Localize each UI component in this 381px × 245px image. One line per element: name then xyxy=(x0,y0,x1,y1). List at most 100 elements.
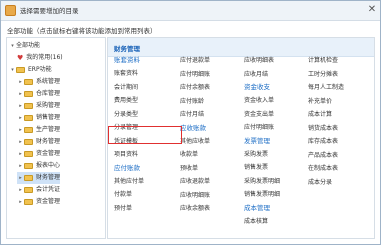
tree-item-label: 资金管理 xyxy=(36,198,61,205)
tree-item[interactable]: ▸ 财务管理 xyxy=(17,172,61,184)
function-item[interactable]: 应收明细账 xyxy=(180,189,210,203)
folder-icon xyxy=(24,175,33,181)
folder-icon xyxy=(24,139,33,145)
folder-icon xyxy=(24,187,33,193)
function-item[interactable]: 其他应收单 xyxy=(180,135,210,149)
tree-item-label: 我的常用(16) xyxy=(26,54,63,61)
function-item[interactable]: 应收余额表 xyxy=(180,202,210,216)
function-item[interactable]: 成本计算 xyxy=(308,108,344,122)
collapse-icon[interactable]: ▾ xyxy=(9,64,16,76)
highlight-box xyxy=(108,126,182,144)
category-label: 发票管理 xyxy=(244,136,270,145)
function-item[interactable]: 应收退款单 xyxy=(180,175,210,189)
expand-icon[interactable]: ▸ xyxy=(17,88,24,100)
expand-icon[interactable]: ▸ xyxy=(17,76,24,88)
function-item[interactable]: 补充单价 xyxy=(308,95,344,109)
tree-item-label: 仓库管理 xyxy=(36,90,61,97)
function-item[interactable]: 采购发票 xyxy=(244,148,280,162)
function-item[interactable]: 在制成本表 xyxy=(308,162,344,176)
function-item[interactable]: 应付余额表 xyxy=(180,81,210,95)
function-item[interactable]: 费用类型 xyxy=(114,94,144,108)
tree-item[interactable]: ▸ 销售管理 xyxy=(17,112,60,124)
dialog-window: 选择需要增加的目录 ✕ 全部功能（点击鼠标右键将该功能添加到常用列表） ▾ 全部… xyxy=(0,0,381,245)
category-label: 应付账款 xyxy=(114,163,140,172)
function-item[interactable]: 产品成本表 xyxy=(308,149,344,163)
function-column: 应收明细表 应收月结 资金收支 资金收入单 资金支出单 应付明细账 发票管理 采购发票 销售发票… xyxy=(244,54,280,228)
expand-icon[interactable]: ▸ xyxy=(17,100,24,112)
function-item[interactable]: 应付明细账 xyxy=(244,121,280,135)
function-item[interactable]: 成本分录 xyxy=(308,176,344,190)
function-item[interactable]: 收款单 xyxy=(180,148,210,162)
function-item[interactable]: 应收明细表 xyxy=(244,54,280,68)
tree-item-label: 采购管理 xyxy=(36,102,61,109)
expand-icon[interactable]: ▸ xyxy=(17,172,24,184)
function-item[interactable]: 其他应付单 xyxy=(114,175,144,189)
function-item[interactable]: 项目资料 xyxy=(114,148,144,162)
panel-title: 财务管理 xyxy=(114,45,140,53)
tree-item[interactable]: ▸ 财务管理 xyxy=(17,136,60,148)
expand-icon[interactable]: ▸ xyxy=(17,196,24,208)
function-item[interactable]: 资金收入单 xyxy=(244,94,280,108)
function-item[interactable]: 预收单 xyxy=(180,162,210,176)
function-item[interactable]: 销售发票明细 xyxy=(244,188,280,202)
function-item[interactable]: 工时分摊表 xyxy=(308,68,344,82)
function-item[interactable]: 应收月结 xyxy=(244,68,280,82)
function-item[interactable]: 资金支出单 xyxy=(244,108,280,122)
function-item[interactable]: 每月人工制造 xyxy=(308,81,344,95)
folder-icon xyxy=(24,199,33,205)
expand-icon[interactable]: ▸ xyxy=(17,148,24,160)
function-item[interactable]: 计算机检查 xyxy=(308,54,344,68)
expand-icon[interactable]: ▸ xyxy=(17,184,24,196)
tree-item[interactable]: ▸ 仓库管理 xyxy=(17,88,60,100)
function-column: 计算机检查 工时分摊表 每月人工制造 补充单价 成本计算 销货成本表 库存成本表 产品成本表在… xyxy=(308,54,344,189)
tree-item[interactable]: ▸ 报表中心 xyxy=(17,160,60,172)
collapse-icon[interactable]: ▾ xyxy=(9,40,16,52)
tree-item[interactable]: ▸ 资金管理 xyxy=(17,196,60,208)
tree-item[interactable]: ▸ 采购管理 xyxy=(17,100,60,112)
tree-item-label: ERP功能 xyxy=(28,66,52,73)
function-item[interactable]: 销售发票 xyxy=(244,161,280,175)
function-item[interactable]: 应付账龄 xyxy=(180,95,210,109)
expand-icon[interactable]: ▸ xyxy=(17,124,24,136)
tree-item[interactable]: ▸ 系统管理 xyxy=(17,76,60,88)
folder-icon xyxy=(24,79,33,85)
tree-item[interactable]: ▸ 生产管理 xyxy=(17,124,60,136)
tree-item-label: 会计凭证 xyxy=(36,186,61,193)
function-item[interactable]: 应付月结 xyxy=(180,108,210,122)
tree-item-erp[interactable]: ▾ ERP功能 xyxy=(9,64,52,76)
category-label: 应收账款 xyxy=(180,123,206,132)
tree-item-label: 销售管理 xyxy=(36,114,61,121)
tree-root[interactable]: ▾ 全部功能 xyxy=(9,40,40,52)
function-item[interactable]: 分录类型 xyxy=(114,108,144,122)
category-label: 成本管理 xyxy=(244,203,270,212)
function-item[interactable]: 采购发票明细 xyxy=(244,175,280,189)
expand-icon[interactable]: ▸ xyxy=(17,160,24,172)
tree-item[interactable]: ▸ 会计凭证 xyxy=(17,184,60,196)
folder-icon xyxy=(24,103,33,109)
folder-icon xyxy=(16,67,25,73)
function-item[interactable]: 预付单 xyxy=(114,202,144,216)
function-tree: ▾ 全部功能 ♥ 我的常用(16) ▾ ERP功能 ▸ 系统管理 ▸ 仓库管理 ▸ 采购管… xyxy=(6,37,106,239)
function-item[interactable]: 销货成本表 xyxy=(308,122,344,136)
tree-item-label: 资金管理 xyxy=(36,150,61,157)
function-item[interactable]: 成本核算 xyxy=(244,215,280,229)
folder-icon xyxy=(24,115,33,121)
function-item[interactable]: 账套资料 xyxy=(114,67,144,81)
function-item[interactable]: 应付明细账 xyxy=(180,68,210,82)
tree-item-label: 生产管理 xyxy=(36,126,61,133)
tree-item-label: 财务管理 xyxy=(36,138,61,145)
function-item[interactable]: 应付退款单 xyxy=(180,54,210,68)
expand-icon[interactable]: ▸ xyxy=(17,112,24,124)
close-icon[interactable]: ✕ xyxy=(365,3,379,17)
category-label: 账套资料 xyxy=(114,56,140,64)
tree-root-label: 全部功能 xyxy=(16,42,41,49)
heart-icon: ♥ xyxy=(17,54,24,62)
function-column: 应付退款单 应付明细账 应付余额表 应付账龄 应付月结 应收账款 其他应收单 收款单 预收单 应收… xyxy=(180,54,210,216)
function-item[interactable]: 会计期间 xyxy=(114,81,144,95)
tree-item-favorites[interactable]: ♥ 我的常用(16) xyxy=(17,52,63,64)
folder-icon xyxy=(24,127,33,133)
function-item[interactable]: 付款单 xyxy=(114,188,144,202)
function-item[interactable]: 库存成本表 xyxy=(308,135,344,149)
expand-icon[interactable]: ▸ xyxy=(17,136,24,148)
tree-item[interactable]: ▸ 资金管理 xyxy=(17,148,60,160)
